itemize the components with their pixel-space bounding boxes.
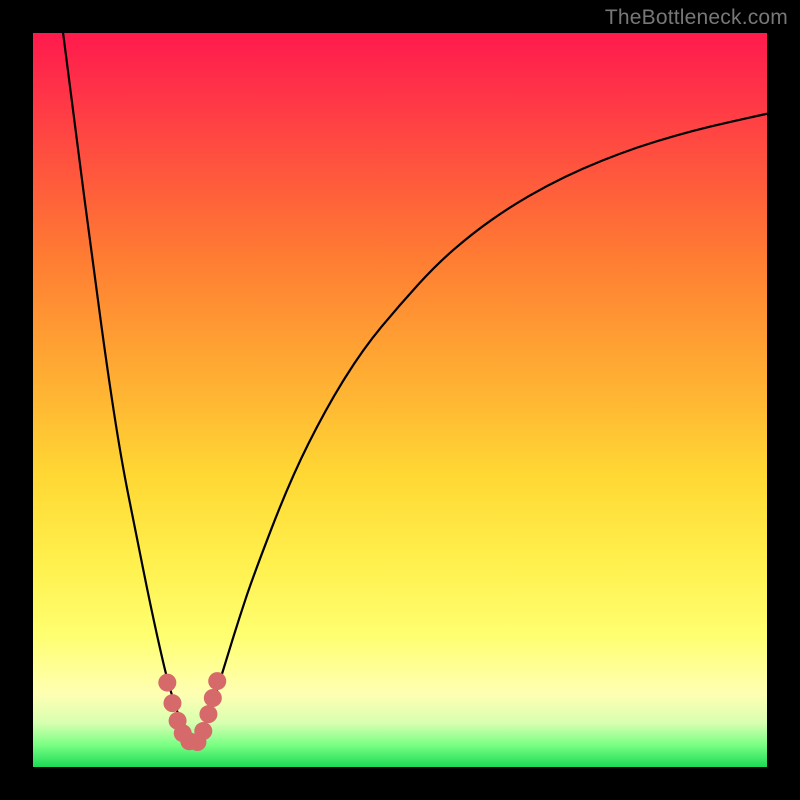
curve-marker [208,672,226,690]
marker-group [158,672,226,751]
chart-frame: TheBottleneck.com [0,0,800,800]
plot-area [33,33,767,767]
watermark-text: TheBottleneck.com [605,6,788,30]
curve-marker [194,722,212,740]
curve-path [63,33,767,741]
bottleneck-curve [33,33,767,767]
curve-marker [199,705,217,723]
curve-marker [204,689,222,707]
curve-marker [163,694,181,712]
curve-marker [158,674,176,692]
